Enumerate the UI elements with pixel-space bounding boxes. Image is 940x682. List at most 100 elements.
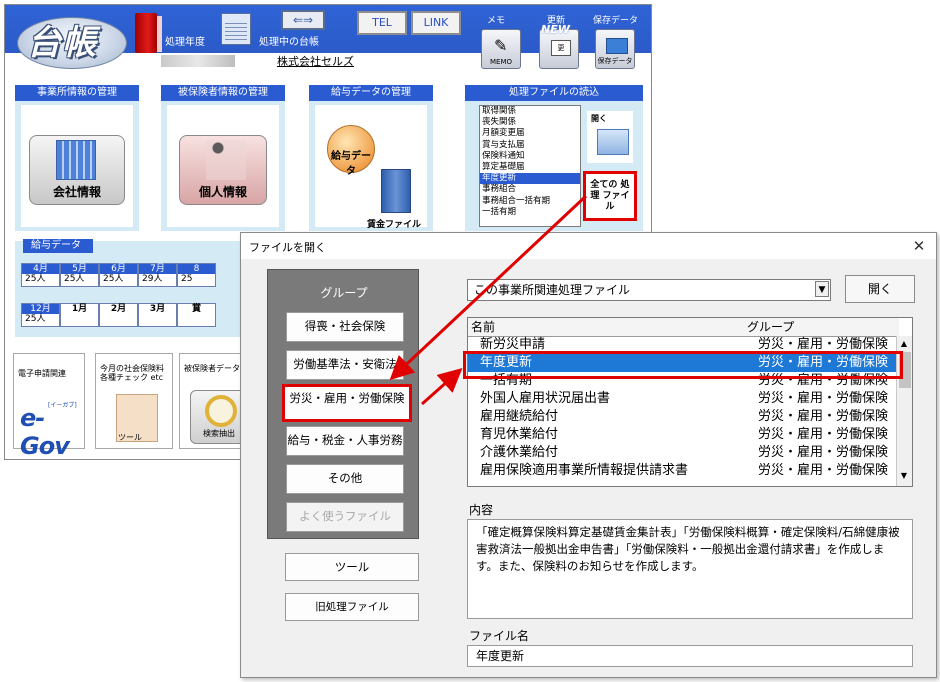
egov-card[interactable]: 電子申請関連 [イーガブ] e-Gov: [13, 353, 85, 460]
month-name: 8: [178, 264, 215, 274]
file-group-cell: 労災・雇用・労働保険: [758, 427, 889, 442]
bottom-tools: 電子申請関連 [イーガブ] e-Gov 今月の社会保険料 各種チェック etc …: [13, 351, 307, 460]
scroll-up-icon[interactable]: ▲: [898, 338, 910, 350]
file-read-section-title: 処理ファイルの読込: [465, 85, 643, 101]
personal-info-button[interactable]: 個人情報: [179, 135, 267, 205]
month-name: 賞: [178, 304, 215, 314]
egov-title: 電子申請関連: [18, 369, 66, 378]
month-cell[interactable]: 2月: [99, 303, 138, 327]
search-extract-label: 検索抽出: [203, 429, 235, 438]
process-file-item[interactable]: 月額変更届: [480, 128, 580, 139]
process-file-item[interactable]: 保険料通知: [480, 151, 580, 162]
month-cell[interactable]: 賞: [177, 303, 216, 327]
open-file-button[interactable]: 開く: [587, 111, 633, 163]
file-list-row[interactable]: 雇用継続給付 労災・雇用・労働保険: [468, 408, 896, 426]
month-cell[interactable]: 5月 25人: [60, 263, 99, 287]
file-group-cell: 労災・雇用・労働保険: [758, 463, 889, 478]
month-cell[interactable]: 8 25: [177, 263, 216, 287]
save-data-button-label: 保存データ: [597, 57, 633, 65]
monthly-check-card[interactable]: 今月の社会保険料 各種チェック etc ツール: [95, 353, 173, 449]
personal-info-label: 個人情報: [198, 185, 247, 199]
pay-data-tab[interactable]: 給与データ: [23, 239, 93, 253]
file-list-row[interactable]: 外国人雇用状況届出書 労災・雇用・労働保険: [468, 390, 896, 408]
memo-button-label: MEMO: [489, 58, 512, 66]
group-button[interactable]: 得喪・社会保険: [286, 312, 404, 342]
group-button[interactable]: その他: [286, 464, 404, 494]
month-name: 3月: [139, 304, 176, 314]
file-scope-dropdown[interactable]: この事業所関連処理ファイル: [467, 279, 831, 301]
process-file-item[interactable]: 取得関係: [480, 106, 580, 117]
group-button[interactable]: 給与・税金・人事労務: [286, 426, 404, 456]
process-file-item[interactable]: 賞与支払届: [480, 140, 580, 151]
process-file-item[interactable]: 算定基礎届: [480, 162, 580, 173]
egov-logo: e-Gov: [20, 404, 70, 460]
file-list-row[interactable]: 介護休業給付 労災・雇用・労働保険: [468, 444, 896, 462]
file-list[interactable]: 名前 グループ 新労災申請 労災・雇用・労働保険 年度更新 労災・雇用・労働保険 一括有…: [467, 317, 913, 487]
chevron-down-icon[interactable]: ▼: [815, 281, 829, 297]
fiscal-year-label: 処理年度: [165, 37, 205, 48]
month-count: 25: [181, 274, 193, 284]
group-button[interactable]: 労働基準法・安衛法: [286, 350, 404, 380]
month-row-1: 4月 25人 5月 25人 6月 25人 7月 29人 8 25: [21, 263, 251, 287]
month-name: 4月: [22, 264, 59, 274]
month-cell[interactable]: 1月: [60, 303, 99, 327]
open-file-dialog: ファイルを開く ✕ グループ 得喪・社会保険 労働基準法・安衛法 労災・雇用・労働保…: [240, 232, 937, 678]
file-list-row[interactable]: 雇用保険適用事業所情報提供請求書 労災・雇用・労働保険: [468, 462, 896, 480]
process-file-item[interactable]: 事務組合一括有期: [480, 196, 580, 207]
tools-button[interactable]: ツール: [285, 553, 419, 581]
month-count: [61, 314, 98, 325]
red-book-icon: [135, 13, 157, 53]
group-button[interactable]: 労災・雇用・労働保険: [282, 384, 412, 422]
tel-button[interactable]: TEL: [357, 11, 407, 35]
month-cell[interactable]: 4月 25人: [21, 263, 60, 287]
calendar-lines: [225, 20, 247, 40]
file-name-cell: 雇用継続給付: [480, 409, 559, 424]
process-file-item[interactable]: 年度更新: [480, 173, 580, 185]
open-button[interactable]: 開く: [845, 275, 915, 303]
switch-ledger-button[interactable]: ⇐⇒: [281, 10, 325, 30]
pay-data-label[interactable]: 給与データ: [327, 147, 375, 177]
content-label: 内容: [469, 503, 494, 517]
pencil-icon: ✎: [494, 36, 508, 55]
current-ledger-label: 処理中の台帳: [259, 37, 319, 48]
file-list-row[interactable]: 育児休業給付 労災・雇用・労働保険: [468, 426, 896, 444]
file-group-cell: 労災・雇用・労働保険: [758, 409, 889, 424]
group-panel-title: グループ: [320, 286, 368, 300]
memo-button[interactable]: ✎ MEMO: [481, 29, 521, 69]
process-file-item[interactable]: 一括有期: [480, 207, 580, 218]
month-row-2: 12月 25人 1月 2月 3月賞: [21, 303, 251, 327]
folder-icon: [597, 129, 629, 155]
pay-management-section: 給与データの管理 給与データ 賃金ファイル: [309, 85, 433, 231]
scroll-down-icon[interactable]: ▼: [898, 470, 910, 482]
wage-file-label[interactable]: 賃金ファイル: [367, 217, 421, 230]
process-file-list[interactable]: 取得関係 喪失関係 月額変更届 賞与支払届 保険料通知 算定基礎届 年度更新 事務組合 事務組合…: [479, 105, 581, 227]
filename-field[interactable]: 年度更新: [467, 645, 913, 667]
insured-management-section: 被保険者情報の管理 個人情報: [161, 85, 285, 231]
column-header-name[interactable]: 名前: [468, 318, 748, 337]
month-cell[interactable]: 12月 25人: [21, 303, 60, 327]
link-button[interactable]: LINK: [411, 11, 461, 35]
month-count: [139, 314, 176, 325]
month-cell[interactable]: 7月 29人: [138, 263, 177, 287]
month-cell[interactable]: 3月: [138, 303, 177, 327]
pay-card: 給与データ 賃金ファイル: [315, 105, 427, 230]
wage-file-icon[interactable]: [381, 169, 411, 213]
process-file-item[interactable]: 事務組合: [480, 184, 580, 195]
month-cell[interactable]: 6月 25人: [99, 263, 138, 287]
company-info-label: 会社情報: [52, 185, 101, 199]
filename-label: ファイル名: [469, 629, 530, 643]
file-name-cell: 雇用保険適用事業所情報提供請求書: [480, 463, 689, 478]
old-files-button[interactable]: 旧処理ファイル: [285, 593, 419, 621]
office-section-title: 事業所情報の管理: [15, 85, 139, 101]
company-info-button[interactable]: 会社情報: [29, 135, 125, 205]
month-name: 7月: [139, 264, 176, 274]
all-files-button[interactable]: 全ての 処 理 ファイル: [583, 171, 637, 221]
company-name[interactable]: 株式会社セルズ: [277, 53, 354, 69]
month-name: 6月: [100, 264, 137, 274]
column-header-group[interactable]: グループ: [744, 318, 899, 337]
blurred-fiscal-year: [161, 55, 235, 67]
save-data-button[interactable]: 保存データ: [595, 29, 635, 69]
process-file-item[interactable]: 喪失関係: [480, 117, 580, 128]
dialog-titlebar: [241, 233, 936, 259]
close-icon[interactable]: ✕: [909, 237, 929, 255]
